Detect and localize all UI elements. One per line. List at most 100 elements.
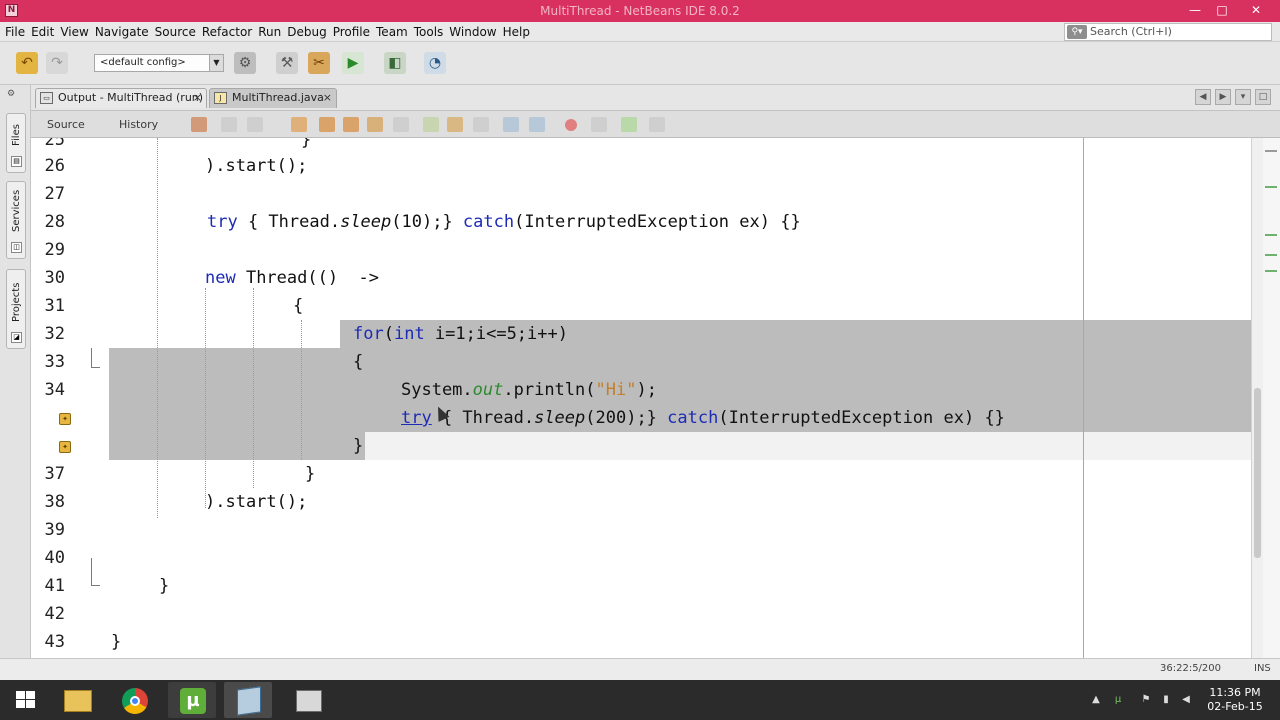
folder-icon — [64, 690, 92, 712]
stripe-marker[interactable] — [1265, 270, 1277, 272]
stripe-marker[interactable] — [1265, 186, 1277, 188]
shift-right-icon[interactable] — [529, 117, 545, 132]
tray-expand-icon[interactable]: ▲ — [1090, 694, 1102, 706]
stop-macro-icon[interactable] — [591, 117, 607, 132]
close-window-button[interactable]: ✕ — [1243, 2, 1269, 19]
code-line: 28 try { Thread.sleep(10);} catch(Interr… — [31, 208, 1251, 236]
taskbar-chrome[interactable] — [110, 682, 158, 718]
menu-tools[interactable]: Tools — [413, 25, 449, 39]
netbeans-icon — [237, 686, 261, 716]
tray-network-icon[interactable]: ▮ — [1160, 694, 1172, 706]
back-icon[interactable] — [221, 117, 237, 132]
menu-file[interactable]: File — [4, 25, 30, 39]
stripe-marker[interactable] — [1265, 254, 1277, 256]
minimize-button[interactable]: — — [1182, 2, 1208, 19]
close-icon[interactable]: × — [323, 89, 332, 107]
menu-team[interactable]: Team — [375, 25, 413, 39]
tray-utorrent-icon[interactable]: µ — [1112, 694, 1124, 706]
menu-view[interactable]: View — [59, 25, 93, 39]
source-view-tab[interactable]: Source — [41, 116, 91, 134]
menu-edit[interactable]: Edit — [30, 25, 59, 39]
tab-list-icon[interactable]: ▾ — [1235, 89, 1251, 105]
build-icon[interactable]: ⚒ — [276, 52, 298, 74]
comment-icon[interactable] — [621, 117, 637, 132]
tab-multithread-java-label: MultiThread.java — [232, 91, 324, 104]
taskbar-explorer[interactable] — [54, 682, 102, 718]
line-number: 31 — [44, 296, 65, 316]
menu-source[interactable]: Source — [154, 25, 201, 39]
line-text: ).start(); — [205, 492, 308, 512]
maximize-editor-icon[interactable]: □ — [1255, 89, 1271, 105]
line-text: { — [353, 352, 364, 372]
vertical-scrollbar[interactable] — [1251, 138, 1263, 658]
menu-debug[interactable]: Debug — [286, 25, 331, 39]
scroll-left-icon[interactable]: ◀ — [1195, 89, 1211, 105]
tray-clock[interactable]: 11:36 PM 02-Feb-15 — [1200, 686, 1270, 714]
code-editor[interactable]: ✦ ✦ 25 } 26 ).start(); 27 28 try { Threa… — [31, 138, 1251, 658]
clean-build-icon[interactable]: ✂ — [308, 52, 330, 74]
menu-run[interactable]: Run — [257, 25, 286, 39]
run-icon[interactable]: ▶ — [342, 52, 364, 74]
maximize-button[interactable]: □ — [1209, 2, 1235, 19]
side-tab-files[interactable]: Files ▤ — [6, 113, 26, 173]
window-title: MultiThread - NetBeans IDE 8.0.2 — [540, 4, 740, 18]
start-button[interactable] — [2, 682, 48, 718]
chevron-down-icon: ▼ — [209, 55, 223, 71]
previous-bookmark-icon[interactable] — [423, 117, 439, 132]
find-previous-icon[interactable] — [319, 117, 335, 132]
stripe-marker[interactable] — [1265, 150, 1277, 152]
tab-output[interactable]: ▭ Output - MultiThread (run) × — [35, 88, 207, 108]
forward-icon[interactable] — [247, 117, 263, 132]
taskbar-app[interactable] — [284, 682, 332, 718]
code-line: 32 for(int i=1;i<=5;i++) — [31, 320, 1251, 348]
scrollbar-thumb[interactable] — [1254, 388, 1261, 558]
scroll-right-icon[interactable]: ▶ — [1215, 89, 1231, 105]
history-view-tab[interactable]: History — [113, 116, 164, 134]
side-tab-projects[interactable]: Projects ◪ — [6, 269, 26, 349]
services-icon: ◫ — [11, 242, 22, 253]
tray-volume-icon[interactable]: ◀ — [1180, 694, 1192, 706]
build-target-icon[interactable]: ⚙ — [234, 52, 256, 74]
toggle-highlight-icon[interactable] — [367, 117, 383, 132]
clock-time: 11:36 PM — [1209, 686, 1261, 699]
next-bookmark-icon[interactable] — [447, 117, 463, 132]
menu-refactor[interactable]: Refactor — [201, 25, 257, 39]
taskbar-netbeans[interactable] — [224, 682, 272, 718]
config-select[interactable]: <default config> ▼ — [94, 54, 224, 72]
find-next-icon[interactable] — [343, 117, 359, 132]
side-panel-strip: ⚙ Files ▤ Services ◫ Projects ◪ — [0, 85, 31, 670]
line-number: 39 — [44, 520, 65, 540]
shift-left-icon[interactable] — [503, 117, 519, 132]
line-text: { — [293, 296, 304, 316]
close-icon[interactable]: × — [193, 89, 202, 107]
uncomment-icon[interactable] — [649, 117, 665, 132]
menu-help[interactable]: Help — [502, 25, 535, 39]
taskbar-utorrent[interactable]: µ — [168, 682, 216, 718]
code-line: 40 — [31, 544, 1251, 572]
menu-navigate[interactable]: Navigate — [94, 25, 154, 39]
menu-window[interactable]: Window — [448, 25, 501, 39]
stripe-marker[interactable] — [1265, 234, 1277, 236]
menu-profile[interactable]: Profile — [332, 25, 375, 39]
start-macro-icon[interactable] — [565, 119, 577, 131]
undo-icon[interactable]: ↶ — [16, 52, 38, 74]
tab-multithread-java[interactable]: J MultiThread.java × — [209, 88, 337, 108]
code-line: } — [31, 432, 1251, 460]
files-icon: ▤ — [11, 156, 22, 167]
find-icon[interactable] — [291, 117, 307, 132]
toggle-bookmark-icon[interactable] — [473, 117, 489, 132]
search-input[interactable]: ⚲▾ Search (Ctrl+I) — [1064, 23, 1272, 41]
title-bar: N MultiThread - NetBeans IDE 8.0.2 — □ ✕ — [0, 0, 1280, 22]
redo-icon[interactable]: ↷ — [46, 52, 68, 74]
profile-icon[interactable]: ◔ — [424, 52, 446, 74]
output-icon: ▭ — [40, 92, 53, 104]
tray-flag-icon[interactable]: ⚑ — [1140, 694, 1152, 706]
code-line: 38 ).start(); — [31, 488, 1251, 516]
debug-icon[interactable]: ◧ — [384, 52, 406, 74]
status-bar: 36:22:5/200 INS — [0, 658, 1280, 680]
panel-menu-icon[interactable]: ⚙ — [7, 89, 15, 99]
toggle-rectangular-icon[interactable] — [393, 117, 409, 132]
utorrent-icon: µ — [180, 688, 206, 714]
side-tab-services[interactable]: Services ◫ — [6, 181, 26, 259]
last-edit-icon[interactable] — [191, 117, 207, 132]
